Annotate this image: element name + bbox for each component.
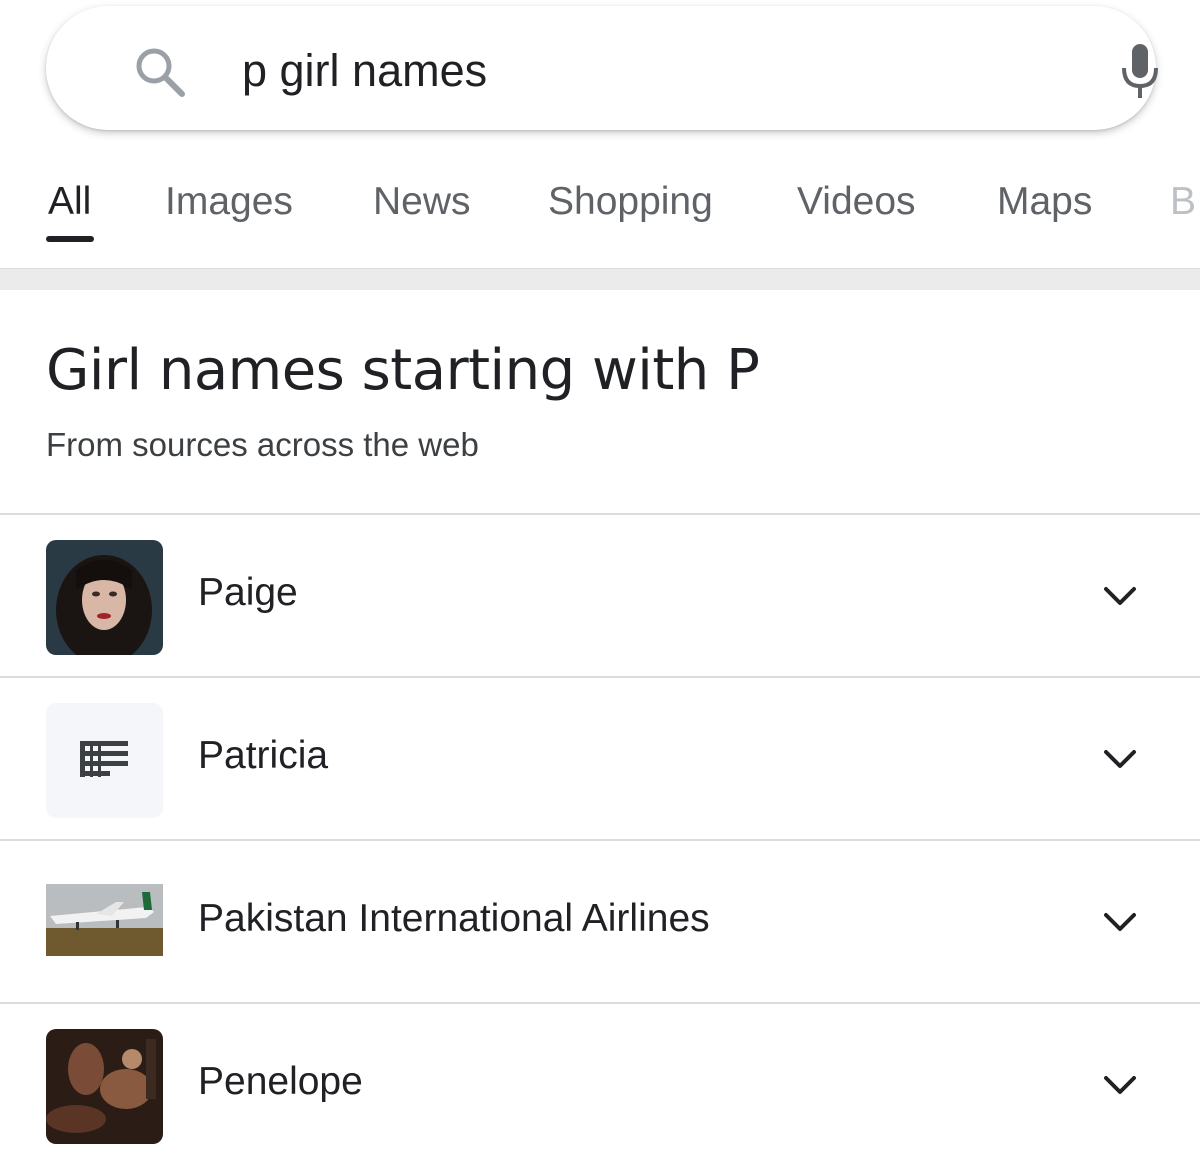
result-label: Penelope [198,1060,363,1103]
section-subtitle: From sources across the web [46,426,479,463]
search-bar[interactable] [46,6,1158,130]
result-label: Paige [198,571,298,614]
list-item[interactable]: Patricia [0,676,1200,839]
tab-maps[interactable]: Maps [997,180,1092,224]
chevron-down-icon[interactable] [1100,744,1140,772]
list-item[interactable]: Pakistan International Airlines [0,839,1200,1002]
list-item[interactable]: Penelope [0,1002,1200,1160]
painting-photo [46,1029,163,1144]
active-tab-indicator [46,236,94,242]
results-list: Paige Patricia Pakistan International Ai… [0,513,1200,1160]
section-divider [0,268,1200,290]
tab-videos[interactable]: Videos [797,180,916,224]
chevron-down-icon[interactable] [1100,907,1140,935]
tab-images[interactable]: Images [165,180,293,224]
tab-books[interactable]: B [1170,180,1196,224]
text-lines-icon [46,703,163,818]
search-input[interactable] [242,36,1042,106]
tab-shopping[interactable]: Shopping [548,180,713,224]
chevron-down-icon[interactable] [1100,581,1140,609]
result-label: Patricia [198,734,329,777]
result-label: Pakistan International Airlines [198,897,710,940]
tab-all[interactable]: All [48,180,91,224]
portrait-photo [46,540,163,655]
chevron-down-icon[interactable] [1100,1070,1140,1098]
list-item[interactable]: Paige [0,513,1200,676]
section-title: Girl names starting with P [46,338,760,403]
airplane-photo [46,866,163,981]
mic-icon[interactable] [1116,42,1164,102]
search-tabs: All Images News Shopping Videos Maps B [0,170,1200,250]
tab-news[interactable]: News [373,180,471,224]
search-icon[interactable] [132,44,188,100]
